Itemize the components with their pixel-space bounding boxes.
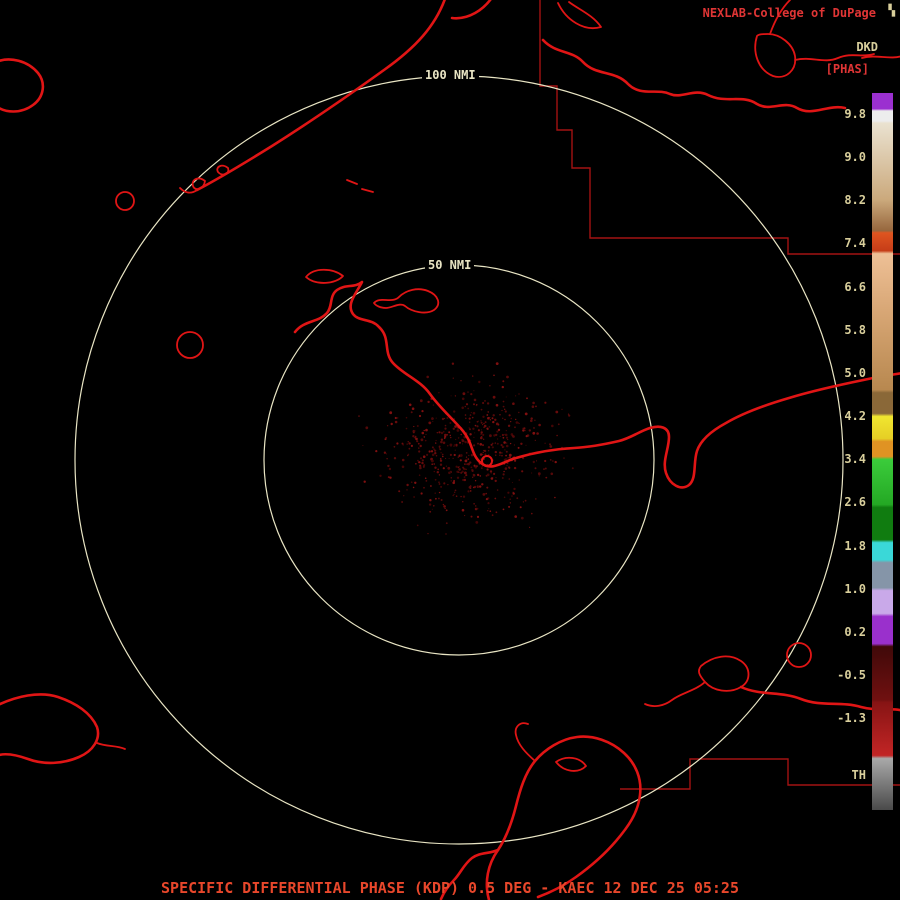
range-rings — [74, 75, 844, 845]
coastline — [0, 58, 45, 113]
lake-outline — [786, 642, 812, 668]
colorbar-label: -1.3 — [837, 711, 866, 726]
coastline — [96, 742, 126, 750]
colorbar-label: 8.2 — [844, 193, 866, 208]
coastline — [644, 681, 706, 707]
colorbar-label: 1.0 — [844, 581, 866, 596]
lake-outline — [115, 191, 135, 211]
lake-outline — [176, 331, 204, 359]
coastline — [485, 735, 642, 900]
product-caption: SPECIFIC DIFFERENTIAL PHASE (KDP) 0.5 DE… — [161, 879, 739, 897]
range-label-100nmi: 100 NMI — [422, 69, 479, 82]
coastline — [557, 1, 602, 30]
range-ring-50nmi — [263, 264, 655, 656]
coastline — [179, 164, 374, 194]
colorbar-label: 0.2 — [844, 624, 866, 639]
colorbar-label: 7.4 — [844, 236, 866, 251]
colorbar-label: 5.8 — [844, 322, 866, 337]
colorbar-label: 1.8 — [844, 538, 866, 553]
radar-echoes — [358, 362, 574, 535]
colorbar-label: 9.0 — [844, 150, 866, 165]
coastlines — [0, 0, 900, 900]
range-ring-100nmi — [74, 75, 844, 845]
colorbar-label: 6.6 — [844, 279, 866, 294]
colorbar-threshold-label: TH — [851, 768, 866, 782]
colorbar-label: 5.0 — [844, 365, 866, 380]
coastline — [541, 38, 847, 113]
radar-map — [0, 0, 900, 900]
colorbar-label: 3.4 — [844, 452, 866, 467]
county-line — [539, 0, 900, 255]
colorbar-label: 2.6 — [844, 495, 866, 510]
product-code: DKD — [856, 40, 878, 54]
colorbar-label: -0.5 — [837, 667, 866, 682]
colorbar — [872, 93, 893, 810]
range-label-50nmi: 50 NMI — [425, 259, 475, 272]
coastline — [195, 0, 446, 192]
radar-display: 100 NMI 50 NMI NEXLAB-College of DuPage … — [0, 0, 900, 900]
product-units: [PHAS] — [825, 62, 869, 76]
coastline — [305, 268, 344, 284]
coastline — [450, 0, 492, 20]
corner-glyph-icon: ▚ — [888, 4, 895, 17]
colorbar-label: 9.8 — [844, 107, 866, 121]
colorbar-label: 4.2 — [844, 409, 866, 424]
coastline — [0, 693, 100, 765]
site-title: NEXLAB-College of DuPage — [702, 6, 876, 20]
coastline — [373, 288, 440, 314]
coastline — [698, 655, 750, 692]
